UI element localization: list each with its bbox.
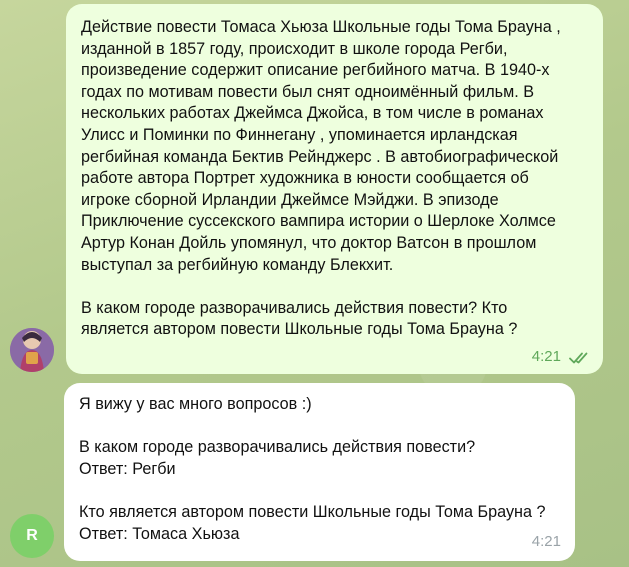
message-meta: 4:21 (532, 346, 591, 368)
bot-avatar[interactable]: R (10, 514, 54, 558)
message-time: 4:21 (531, 533, 561, 551)
incoming-message-bubble[interactable]: Я вижу у вас много вопросов :) В каком г… (64, 383, 575, 561)
outgoing-message-bubble[interactable]: Действие повести Томаса Хьюза Школьные г… (66, 4, 603, 374)
bot-avatar-letter: R (26, 527, 38, 544)
outgoing-message-text: Действие повести Томаса Хьюза Школьные г… (81, 18, 561, 339)
message-time: 4:21 (531, 348, 561, 366)
double-check-read-icon (569, 350, 591, 364)
incoming-message-text: Я вижу у вас много вопросов :) В каком г… (79, 395, 546, 543)
chat-history[interactable]: Действие повести Томаса Хьюза Школьные г… (0, 0, 629, 567)
message-meta: 4:21 (532, 531, 561, 553)
user-avatar-icon[interactable] (10, 328, 54, 372)
